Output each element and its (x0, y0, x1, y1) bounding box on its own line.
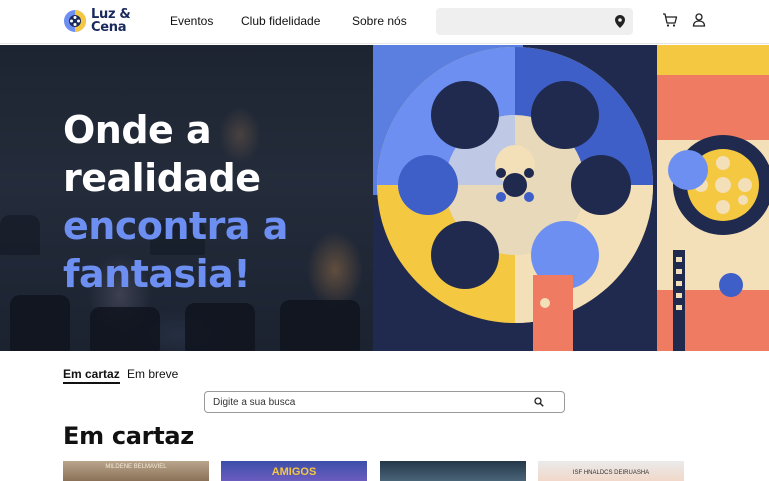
poster-title-text: AMIGOS (271, 466, 317, 478)
film-projector-illustration (373, 45, 769, 351)
poster-credit-text: MILDENE BELMAVIEL (105, 464, 167, 470)
hero-line-1: Onde a (63, 108, 212, 152)
hero-line-2: realidade (63, 156, 261, 200)
movie-poster[interactable]: AMIGOS (221, 461, 367, 481)
brand-logo[interactable]: Luz & Cena (63, 8, 143, 36)
nav-sobre-nos[interactable]: Sobre nós (352, 14, 407, 28)
film-reel-logo-icon (64, 10, 86, 32)
search-icon[interactable] (534, 397, 544, 407)
tab-em-breve[interactable]: Em breve (127, 367, 178, 381)
header-search-field[interactable] (436, 8, 633, 35)
nav-club-fidelidade[interactable]: Club fidelidade (241, 14, 320, 28)
movie-poster[interactable]: MILDENE BELMAVIEL (63, 461, 209, 481)
hero-banner: Onde a realidade encontra a fantasia! (0, 45, 769, 351)
brand-line-2: Cena (91, 20, 127, 35)
cart-icon[interactable] (662, 12, 678, 28)
top-header: Luz & Cena Eventos Club fidelidade Sobre… (0, 0, 769, 44)
movie-search-field[interactable] (204, 391, 565, 413)
section-title: Em cartaz (63, 422, 194, 450)
movie-poster[interactable] (380, 461, 526, 481)
movie-search-input[interactable] (213, 395, 523, 410)
hero-line-4: fantasia! (63, 252, 251, 296)
tab-em-cartaz[interactable]: Em cartaz (63, 367, 120, 384)
nav-eventos[interactable]: Eventos (170, 14, 213, 28)
map-pin-icon[interactable] (615, 15, 625, 28)
brand-name: Luz & Cena (91, 8, 131, 35)
user-icon[interactable] (691, 12, 707, 28)
hero-line-3: encontra a (63, 204, 288, 248)
hero-headline: Onde a realidade encontra a fantasia! (63, 106, 288, 298)
movie-poster[interactable]: ISF HNALDCS DEIRUASHA (538, 461, 684, 481)
poster-credit-text: ISF HNALDCS DEIRUASHA (572, 470, 650, 476)
